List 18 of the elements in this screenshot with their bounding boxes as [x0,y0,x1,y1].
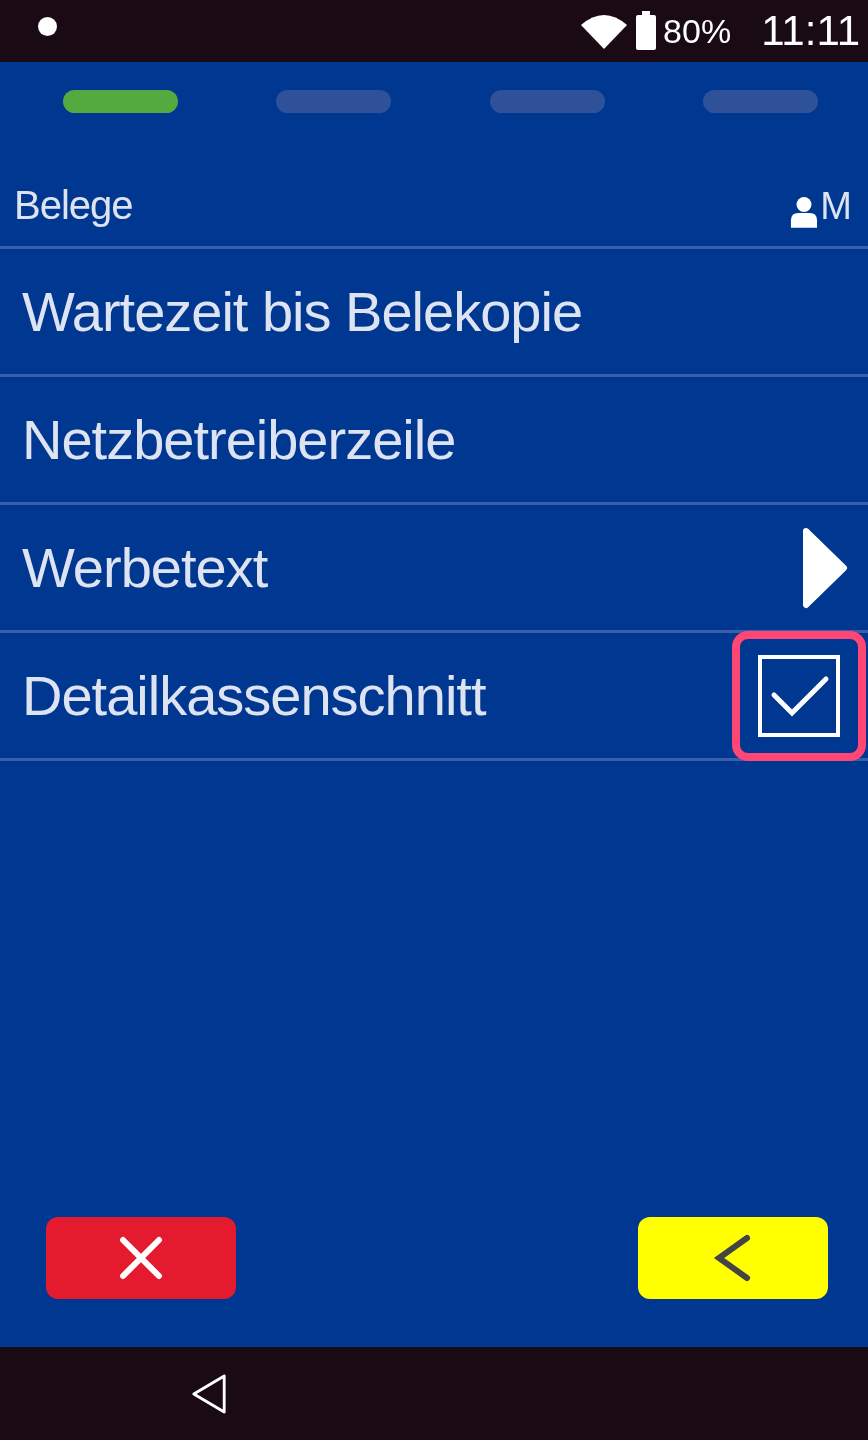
clock-time: 11:11 [761,7,860,55]
menu-item[interactable]: Netzbetreiberzeile [0,377,868,505]
chevron-left-icon [713,1234,753,1282]
checkbox[interactable] [758,654,840,737]
battery-percentage: 80% [663,11,732,51]
back-button[interactable] [638,1217,828,1299]
chevron-right-icon [802,526,848,609]
close-icon [119,1236,163,1280]
user-icon [790,196,819,228]
section-title: Belege [14,183,133,228]
menu-item[interactable]: Detailkassenschnitt [0,633,868,761]
back-nav-icon[interactable] [190,1372,228,1415]
menu-item[interactable]: Werbetext [0,505,868,633]
menu-item[interactable]: Wartezeit bis Belekopie [0,249,868,377]
user-level: M [820,185,852,228]
cancel-button[interactable] [46,1217,236,1299]
battery-icon [635,11,658,51]
notification-dot-icon [38,16,57,36]
